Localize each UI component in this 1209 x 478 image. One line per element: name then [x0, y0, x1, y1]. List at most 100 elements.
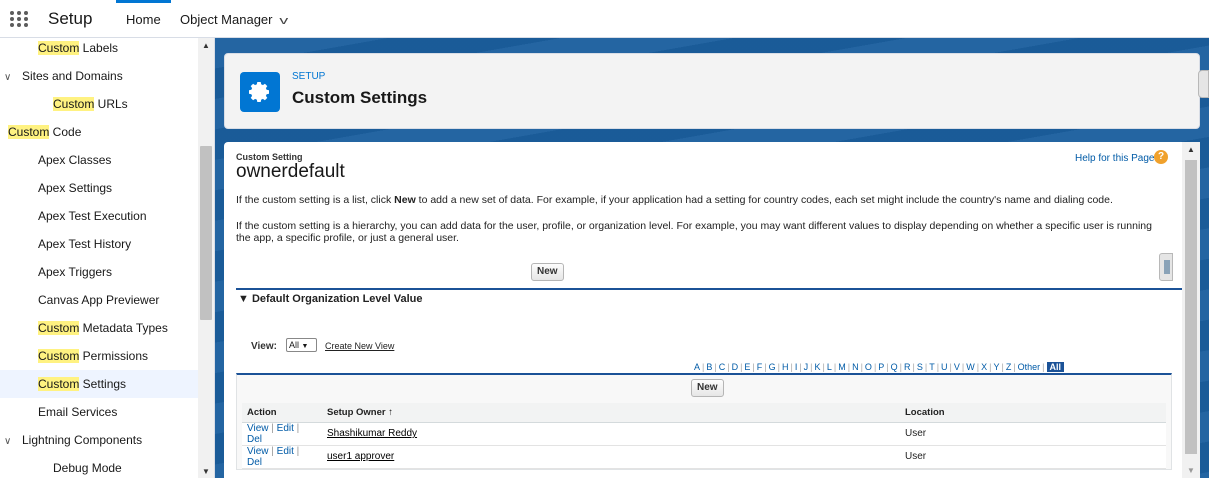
chevron-down-icon: ▼ [301, 343, 309, 350]
setup-owner-link[interactable]: Shashikumar Reddy [327, 428, 417, 439]
scroll-up-icon[interactable]: ▲ [1187, 145, 1195, 154]
sidebar-item-label: Debug Mode [53, 461, 122, 475]
alpha-filter-t[interactable]: T [929, 362, 935, 372]
tab-home[interactable]: Home [116, 0, 171, 37]
list-instructions: If the custom setting is a list, click N… [236, 194, 1166, 206]
del-link[interactable]: Del [247, 434, 262, 445]
scrollbar-thumb[interactable] [1185, 160, 1197, 454]
new-keyword: New [394, 194, 416, 206]
alpha-filter-q[interactable]: Q [891, 362, 898, 372]
list-view: New Action Setup Owner ↑ Location View |… [236, 373, 1172, 470]
edit-link[interactable]: Edit [277, 423, 294, 434]
alphabet-filter: A | B | C | D | E | F | G | H | I | J | K | L | M | N | O | P | Q | R | S | T |… [694, 362, 1065, 372]
scrollbar-thumb[interactable] [200, 146, 212, 320]
sidebar-scrollbar[interactable]: ▲ ▼ [198, 38, 214, 478]
records-table: Action Setup Owner ↑ Location View | Edi… [242, 403, 1166, 469]
alpha-filter-w[interactable]: W [966, 362, 975, 372]
alpha-filter-k[interactable]: K [815, 362, 821, 372]
table-row: View | Edit | Del Shashikumar Reddy User [242, 422, 1166, 446]
gear-icon [240, 72, 280, 112]
section-title[interactable]: ▼ Default Organization Level Value [238, 293, 423, 305]
sidebar-item-canvas-app-previewer[interactable]: Canvas App Previewer [0, 286, 198, 314]
page-title: Custom Settings [292, 88, 428, 107]
row-actions: View | Edit | Del [242, 445, 322, 469]
view-select[interactable]: All ▼ [286, 338, 317, 352]
alpha-filter-s[interactable]: S [917, 362, 923, 372]
del-link[interactable]: Del [247, 457, 262, 468]
separator: | [1042, 362, 1045, 372]
sidebar-item-label: Custom Code [8, 125, 82, 139]
setup-owner-cell: user1 approver [322, 445, 900, 469]
setup-owner-link[interactable]: user1 approver [327, 451, 394, 462]
separator: | [268, 445, 277, 457]
sidebar-item-custom-code[interactable]: Custom Code [0, 118, 198, 146]
sidebar-item-custom-labels[interactable]: Custom Labels [0, 38, 198, 62]
table-body: View | Edit | Del Shashikumar Reddy User Vi… [242, 422, 1166, 469]
column-header-setup-owner[interactable]: Setup Owner ↑ [322, 403, 900, 423]
help-link[interactable]: Help for this Page [1075, 153, 1155, 164]
separator: | [293, 422, 300, 434]
sidebar-item-apex-test-execution[interactable]: Apex Test Execution [0, 202, 198, 230]
chevron-down-icon[interactable]: ∨ [4, 64, 18, 92]
sidebar-item-apex-settings[interactable]: Apex Settings [0, 174, 198, 202]
sidebar-item-label: Custom Labels [38, 41, 119, 55]
tab-object-manager[interactable]: Object Manager v [170, 0, 296, 37]
help-icon[interactable]: ? [1154, 150, 1168, 164]
content-scrollbar[interactable]: ▲ ▼ [1182, 142, 1200, 478]
alpha-filter-r[interactable]: R [904, 362, 911, 372]
chevron-down-icon[interactable]: v [279, 1, 288, 41]
side-panel-toggle[interactable] [1198, 70, 1209, 98]
sidebar-item-custom-permissions[interactable]: Custom Permissions [0, 342, 198, 370]
sidebar-item-label: Apex Test History [38, 237, 132, 251]
alpha-filter-u[interactable]: U [941, 362, 948, 372]
sidebar-item-debug-mode[interactable]: Debug Mode [0, 454, 198, 478]
sidebar-item-lightning-components[interactable]: ∨ Lightning Components [0, 426, 198, 454]
app-launcher-icon[interactable] [10, 11, 28, 27]
panel-handle-icon [1164, 260, 1170, 274]
setup-owner-cell: Shashikumar Reddy [322, 422, 900, 446]
separator: | [268, 422, 277, 434]
sidebar-item-custom-settings[interactable]: Custom Settings [0, 370, 198, 398]
chevron-down-icon[interactable]: ∨ [4, 428, 18, 456]
table-row: View | Edit | Del user1 approver User [242, 445, 1166, 469]
new-record-button[interactable]: New [691, 379, 724, 397]
page-header: SETUP Custom Settings [224, 53, 1200, 129]
sidebar-item-label: Custom Settings [38, 377, 127, 391]
section-header[interactable]: ▼ Default Organization Level Value [236, 288, 1182, 308]
view-link[interactable]: View [247, 423, 269, 434]
scroll-up-icon[interactable]: ▲ [202, 41, 210, 50]
hierarchy-instructions: If the custom setting is a hierarchy, yo… [236, 220, 1152, 244]
sidebar-item-label: Lightning Components [22, 433, 143, 447]
scroll-down-icon[interactable]: ▼ [1187, 466, 1195, 475]
header-kicker: SETUP [292, 71, 326, 82]
view-link[interactable]: View [247, 446, 269, 457]
alpha-filter-other[interactable]: Other [1018, 362, 1041, 372]
alpha-filter-v[interactable]: V [954, 362, 960, 372]
sidebar-item-apex-triggers[interactable]: Apex Triggers [0, 258, 198, 286]
sidebar-item-custom-urls[interactable]: Custom URLs [0, 90, 198, 118]
sidebar-item-sites-and-domains[interactable]: ∨ Sites and Domains [0, 62, 198, 90]
new-button[interactable]: New [531, 263, 564, 281]
alpha-filter-g[interactable]: G [769, 362, 776, 372]
column-header-location: Location [900, 403, 1166, 423]
sidebar-item-label: Apex Triggers [38, 265, 113, 279]
alpha-filter-o[interactable]: O [865, 362, 872, 372]
sidebar-item-label: Custom Permissions [38, 349, 149, 363]
location-cell: User [900, 445, 1166, 469]
edit-link[interactable]: Edit [277, 446, 294, 457]
side-panel-toggle[interactable] [1159, 253, 1173, 281]
alpha-filter-all[interactable]: All [1046, 362, 1065, 372]
sidebar-item-email-services[interactable]: Email Services [0, 398, 198, 426]
text: to add a new set of data. For example, i… [415, 194, 1113, 206]
sidebar-item-label: Apex Test Execution [38, 209, 147, 223]
setup-sidebar: Custom Labels ∨ Sites and Domains Custom UR… [0, 38, 215, 478]
sidebar-item-apex-classes[interactable]: Apex Classes [0, 146, 198, 174]
collapse-triangle-icon[interactable]: ▼ [238, 293, 249, 305]
alpha-filter-n[interactable]: N [852, 362, 859, 372]
table-header-row: Action Setup Owner ↑ Location [242, 403, 1166, 423]
sidebar-item-apex-test-history[interactable]: Apex Test History [0, 230, 198, 258]
alpha-filter-m[interactable]: M [838, 362, 846, 372]
sidebar-item-custom-metadata-types[interactable]: Custom Metadata Types [0, 314, 198, 342]
create-new-view-link[interactable]: Create New View [325, 341, 394, 351]
scroll-down-icon[interactable]: ▼ [202, 467, 210, 476]
